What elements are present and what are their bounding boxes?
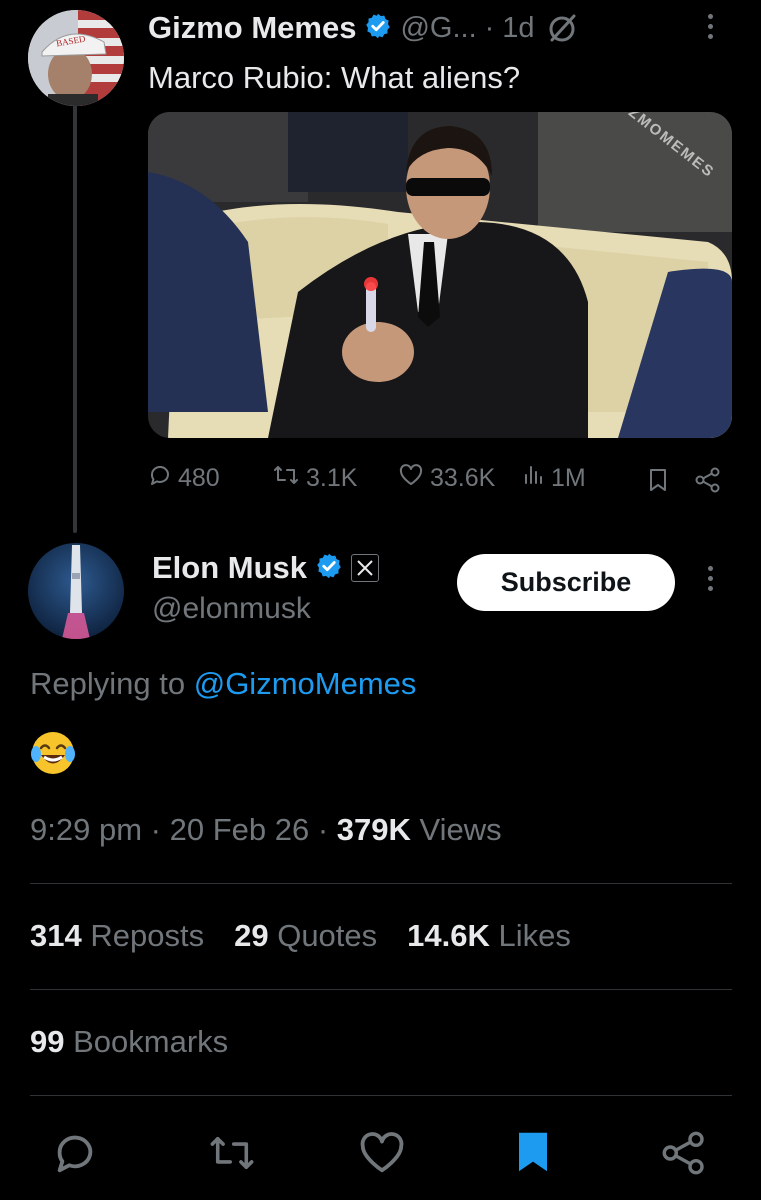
divider <box>30 989 732 990</box>
elon-musk-avatar[interactable] <box>28 543 124 639</box>
engagement-stats-row: 314 Reposts 29 Quotes 14.6K Likes <box>30 918 571 954</box>
reply-author-row: Elon Musk <box>152 548 380 588</box>
grok-icon[interactable] <box>547 12 579 44</box>
reply-icon[interactable] <box>50 1128 100 1178</box>
original-more-options-icon[interactable] <box>708 14 713 39</box>
quotes-label: Quotes <box>277 918 378 953</box>
likes-label: Likes <box>498 918 571 953</box>
like-metric[interactable]: 33.6K <box>398 463 495 494</box>
bookmark-icon[interactable] <box>646 467 670 498</box>
likes-stat[interactable]: 14.6K Likes <box>407 918 571 954</box>
reply-handle[interactable]: @elonmusk <box>152 592 311 626</box>
reply-emoji-laughing <box>30 730 76 776</box>
tweet-media-image[interactable]: @GIZMOMEMES <box>148 112 732 438</box>
reply-more-options-icon[interactable] <box>708 566 713 591</box>
quotes-count: 29 <box>234 918 269 953</box>
tweet-time[interactable]: 9:29 pm <box>30 812 142 847</box>
views-count: 1M <box>551 464 586 492</box>
share-icon[interactable] <box>658 1128 710 1178</box>
original-author-name[interactable]: Gizmo Memes <box>148 10 356 46</box>
heart-icon <box>398 463 424 494</box>
reposts-label: Reposts <box>90 918 205 953</box>
reply-author-name[interactable]: Elon Musk <box>152 550 307 586</box>
x-logo-icon[interactable] <box>351 554 380 582</box>
repost-icon[interactable] <box>205 1128 259 1178</box>
reply-icon <box>148 463 172 494</box>
subscribe-button[interactable]: Subscribe <box>457 554 675 611</box>
verified-badge-icon <box>315 552 343 585</box>
replying-to-label: Replying to <box>30 666 186 701</box>
gizmo-memes-avatar[interactable]: BASED <box>28 10 124 106</box>
reposts-count: 314 <box>30 918 82 953</box>
bookmarks-label: Bookmarks <box>73 1024 229 1059</box>
tweet-date[interactable]: 20 Feb 26 <box>170 812 310 847</box>
like-count: 33.6K <box>430 464 496 492</box>
divider <box>30 883 732 884</box>
likes-count: 14.6K <box>407 918 490 953</box>
views-total: 379K <box>336 812 411 847</box>
timestamp-separator: · <box>317 812 329 847</box>
bookmarks-stat[interactable]: 99 Bookmarks <box>30 1024 228 1060</box>
reply-metric[interactable]: 480 <box>148 463 220 494</box>
reply-count: 480 <box>178 464 220 492</box>
original-handle[interactable]: @G... <box>400 12 476 45</box>
heart-icon[interactable] <box>355 1128 409 1178</box>
original-tweet-header: Gizmo Memes @G... · 1d <box>148 8 579 48</box>
timestamp-separator: · <box>150 812 161 847</box>
tweet-timestamp-line: 9:29 pm · 20 Feb 26 · 379K Views <box>30 812 502 848</box>
header-separator: · <box>484 11 495 44</box>
bookmark-icon[interactable] <box>510 1126 556 1178</box>
reposts-stat[interactable]: 314 Reposts <box>30 918 204 954</box>
share-icon[interactable] <box>694 467 722 498</box>
repost-count: 3.1K <box>306 464 358 492</box>
replying-to-line: Replying to @GizmoMemes <box>30 666 416 702</box>
views-label: Views <box>419 812 502 847</box>
views-metric[interactable]: 1M <box>523 463 586 494</box>
thread-line <box>73 103 77 533</box>
repost-icon <box>272 463 300 494</box>
bookmarks-count: 99 <box>30 1024 65 1059</box>
original-metrics-row: 480 3.1K 33.6K 1M <box>148 459 732 499</box>
tweet-age[interactable]: 1d <box>502 12 534 45</box>
replying-to-handle[interactable]: @GizmoMemes <box>194 666 417 701</box>
divider <box>30 1095 732 1096</box>
quotes-stat[interactable]: 29 Quotes <box>234 918 377 954</box>
verified-badge-icon <box>364 12 392 45</box>
views-bar-icon <box>523 463 545 494</box>
repost-metric[interactable]: 3.1K <box>272 463 357 494</box>
original-tweet-text: Marco Rubio: What aliens? <box>148 60 521 95</box>
